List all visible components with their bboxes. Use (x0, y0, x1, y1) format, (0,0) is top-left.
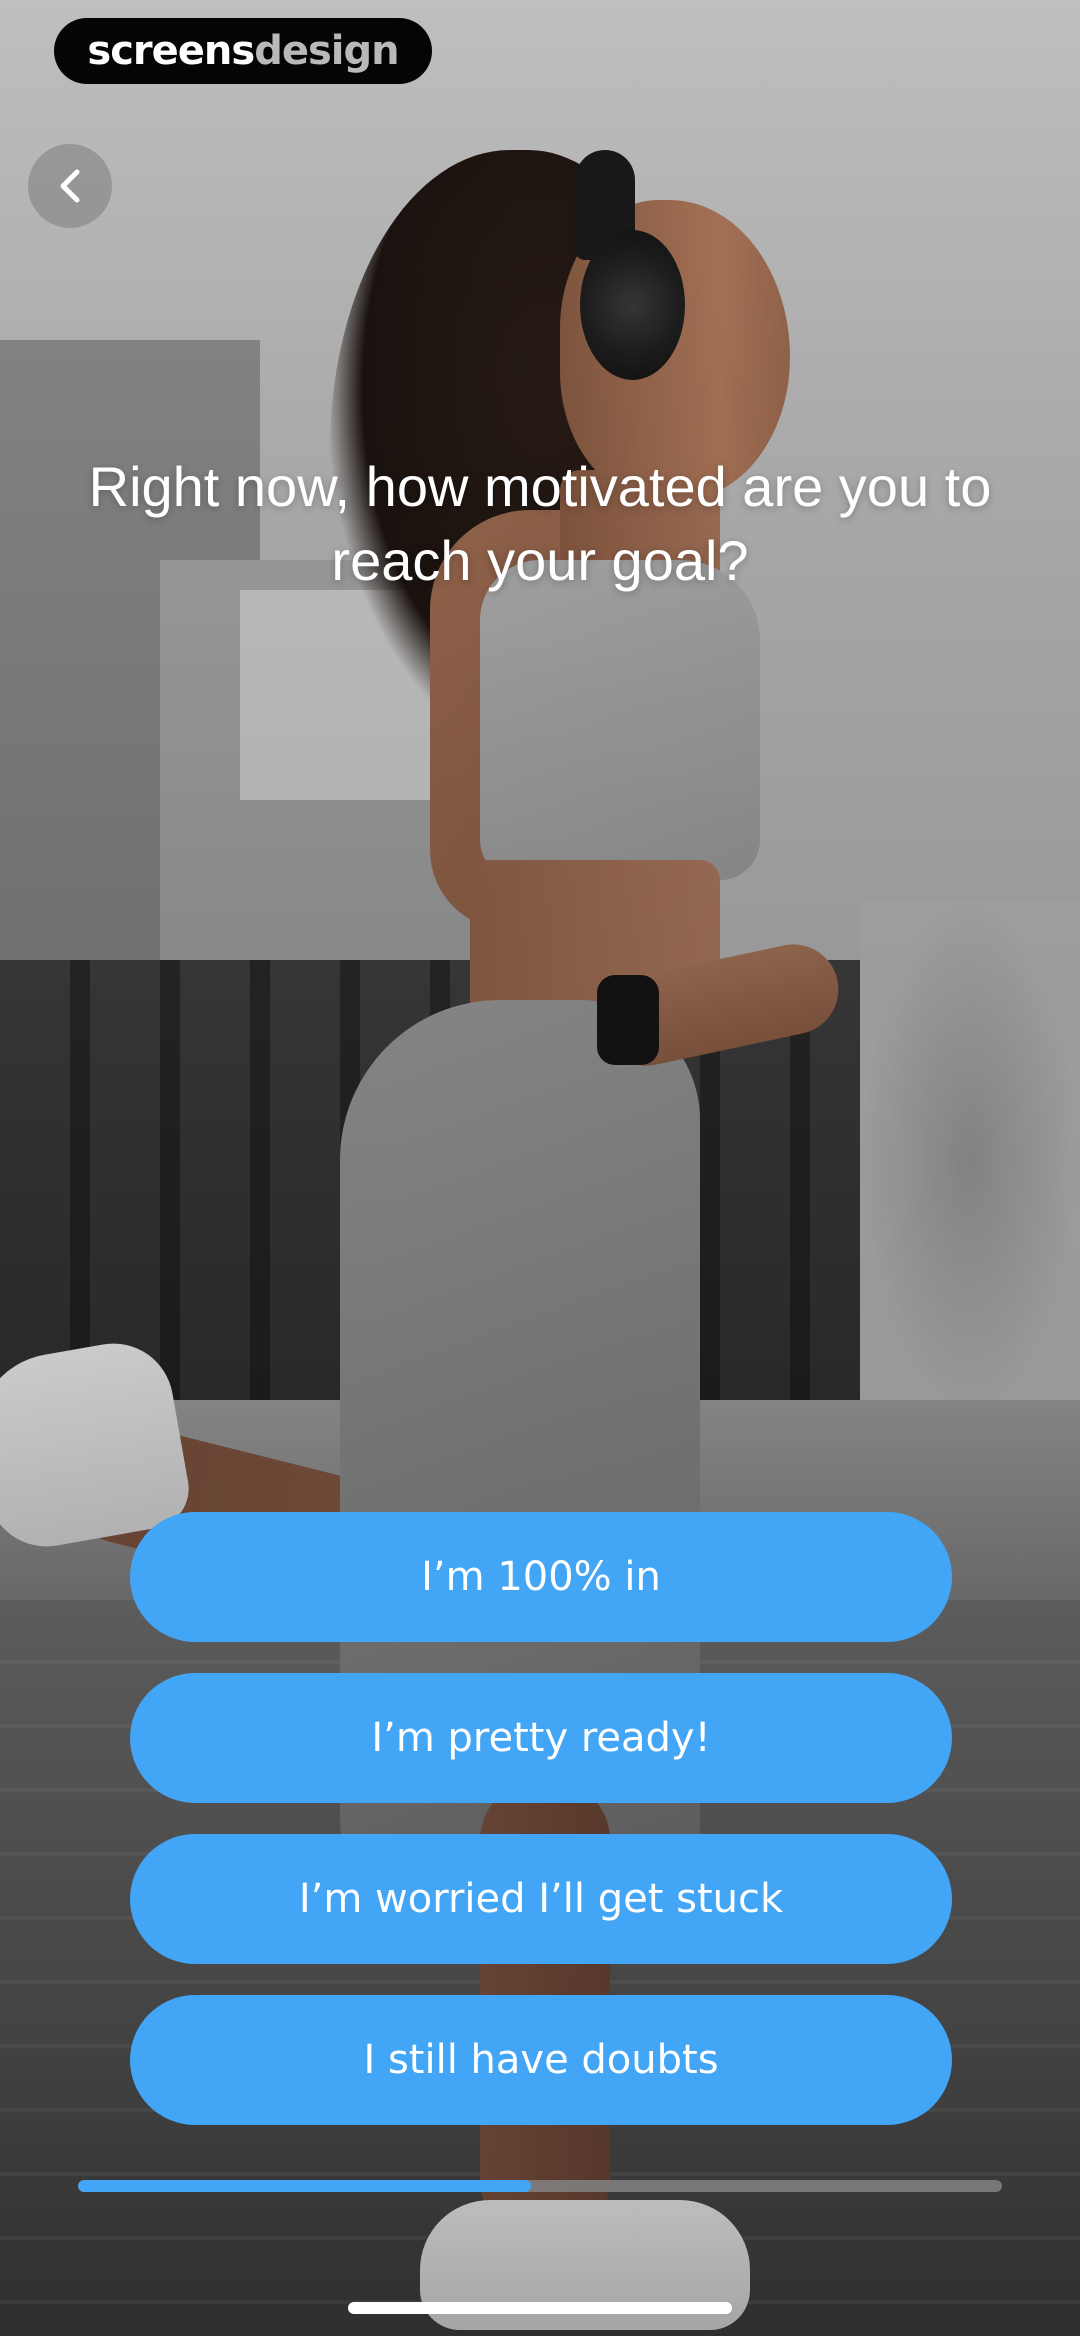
answer-options: I’m 100% in I’m pretty ready! I’m worrie… (130, 1512, 952, 2156)
option-button-2[interactable]: I’m pretty ready! (130, 1673, 952, 1803)
option-button-3[interactable]: I’m worried I’ll get stuck (130, 1834, 952, 1964)
back-button[interactable] (28, 144, 112, 228)
brand-part-1: screens (87, 28, 255, 74)
onboarding-screen: screens design Right now, how motivated a… (0, 0, 1080, 2336)
progress-fill (78, 2180, 531, 2192)
option-button-4[interactable]: I still have doubts (130, 1995, 952, 2125)
progress-bar (78, 2180, 1002, 2192)
home-indicator[interactable] (348, 2302, 732, 2314)
chevron-left-icon (53, 166, 87, 206)
question-title: Right now, how motivated are you to reac… (88, 455, 992, 592)
option-button-1[interactable]: I’m 100% in (130, 1512, 952, 1642)
brand-badge: screens design (54, 18, 432, 84)
brand-part-2: design (254, 28, 399, 74)
